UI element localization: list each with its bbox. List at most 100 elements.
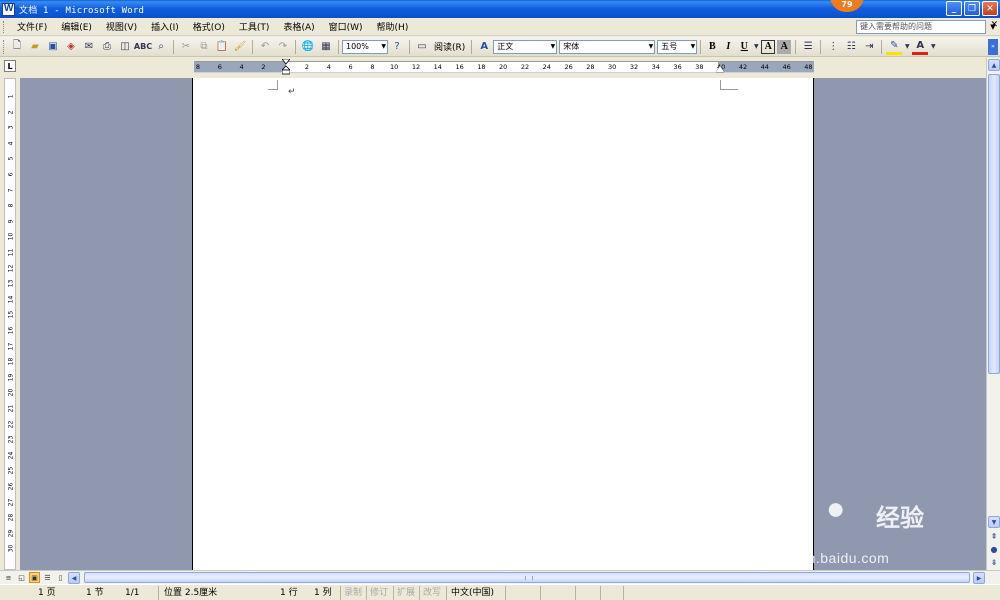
print-view-icon[interactable]: ▣: [29, 572, 40, 583]
status-rec[interactable]: 录制: [344, 586, 362, 600]
toolbar-grip[interactable]: [3, 39, 6, 54]
toolbar-options-icon[interactable]: »: [988, 38, 998, 55]
research-icon[interactable]: ⌕: [153, 39, 169, 55]
baidu-watermark: Bai ● 经验 jingyan.baidu.com: [768, 490, 968, 570]
menu-format[interactable]: 格式(O): [186, 20, 232, 33]
minimize-button[interactable]: _: [946, 1, 962, 16]
toolbar: 🗋 ▰ ▣ ◈ ✉ ⎙ ◫ ABC ⌕ ✂ ⧉ 📋 🖌 ↶ ↷ 🌐 ▦ 100%…: [0, 37, 1000, 57]
paste-icon[interactable]: 📋: [214, 39, 230, 55]
next-page-icon[interactable]: ⇟: [988, 556, 1000, 568]
menu-table[interactable]: 表格(A): [276, 20, 321, 33]
font-color-icon[interactable]: A: [912, 39, 929, 55]
print-icon[interactable]: ⎙: [99, 39, 115, 55]
new-document-icon[interactable]: 🗋: [9, 39, 25, 55]
print-preview-icon[interactable]: ◫: [117, 39, 133, 55]
document-page[interactable]: ↵: [192, 78, 814, 570]
ruler-number: 32: [629, 63, 639, 71]
help-search-input[interactable]: 键入需要帮助的问题: [856, 20, 986, 34]
read-mode-label[interactable]: 阅读(R): [431, 40, 468, 53]
open-folder-icon[interactable]: ▰: [27, 39, 43, 55]
menu-help[interactable]: 帮助(H): [370, 20, 416, 33]
styles-pane-icon[interactable]: A: [476, 39, 492, 55]
vertical-ruler[interactable]: 1 2 3 4 5 6 7 8 9 10 11 12 13 14 15 16 17 18 19 20 21 22 23 24 2…: [4, 78, 16, 570]
menubar-grip[interactable]: [3, 20, 6, 33]
table-icon[interactable]: ▦: [318, 39, 334, 55]
save-icon[interactable]: ▣: [45, 39, 61, 55]
menu-edit[interactable]: 编辑(E): [54, 20, 99, 33]
email-icon[interactable]: ✉: [81, 39, 97, 55]
web-view-icon[interactable]: ◱: [16, 572, 27, 583]
format-painter-icon[interactable]: 🖌: [232, 39, 248, 55]
separator: [173, 39, 174, 54]
crop-mark-right: [720, 80, 738, 90]
ruler-number: 20: [499, 63, 508, 71]
font-color-dropdown-icon[interactable]: ▼: [930, 39, 936, 55]
reading-view-icon[interactable]: ▯: [55, 572, 66, 583]
ruler-number: 8: [370, 63, 375, 71]
right-indent-icon[interactable]: [716, 66, 724, 72]
scroll-left-icon[interactable]: ◀: [68, 572, 80, 584]
char-border-icon[interactable]: A: [761, 39, 776, 54]
outline-view-icon[interactable]: ☰: [42, 572, 53, 583]
status-ovr[interactable]: 改写: [423, 586, 441, 600]
numbering-icon[interactable]: ⋮: [825, 39, 841, 55]
cut-icon[interactable]: ✂: [178, 39, 194, 55]
align-justify-icon[interactable]: ☰: [800, 39, 816, 55]
menu-file[interactable]: 文件(F): [10, 20, 54, 33]
bold-button[interactable]: B: [705, 40, 719, 54]
hyperlink-icon[interactable]: 🌐: [300, 39, 316, 55]
char-shading-icon[interactable]: A: [777, 39, 792, 54]
zoom-select[interactable]: 100% ▼: [342, 39, 388, 54]
help-icon[interactable]: ?: [389, 39, 405, 55]
previous-page-icon[interactable]: ⇞: [988, 530, 1000, 542]
redo-icon[interactable]: ↷: [275, 39, 291, 55]
indent-icon[interactable]: ⇥: [861, 39, 877, 55]
scroll-down-icon[interactable]: ▼: [988, 516, 1000, 528]
font-size-select[interactable]: 五号 ▼: [657, 39, 698, 54]
separator: [471, 39, 473, 54]
menu-tools[interactable]: 工具(T): [232, 20, 277, 33]
italic-button[interactable]: I: [721, 40, 735, 54]
highlight-dropdown-icon[interactable]: ▼: [904, 39, 910, 55]
indent-marker-icon[interactable]: [282, 59, 290, 75]
watermark-url: jingyan.baidu.com: [768, 550, 890, 566]
highlight-icon[interactable]: ✎: [886, 39, 903, 55]
paw-icon: ●: [826, 490, 846, 526]
read-mode-icon[interactable]: ▭: [414, 39, 430, 55]
status-position: 位置 2.5厘米: [164, 588, 218, 598]
undo-icon[interactable]: ↶: [257, 39, 273, 55]
word-app-icon[interactable]: [2, 2, 15, 16]
normal-view-icon[interactable]: ≡: [3, 572, 14, 583]
ruler-number: 28: [586, 63, 595, 71]
ruler-number: 22: [520, 63, 530, 71]
scroll-up-icon[interactable]: ▲: [988, 59, 1000, 71]
ruler-number: 34: [651, 63, 660, 71]
notification-badge[interactable]: 79: [830, 0, 864, 12]
tab-selector[interactable]: L: [4, 60, 16, 72]
menu-window[interactable]: 窗口(W): [322, 20, 370, 33]
ruler-number: 10: [390, 63, 399, 71]
bullets-icon[interactable]: ☷: [843, 39, 859, 55]
status-ext[interactable]: 扩展: [397, 586, 415, 600]
menu-insert[interactable]: 插入(I): [144, 20, 186, 33]
close-button[interactable]: ✕: [982, 1, 998, 16]
style-select[interactable]: 正文 ▼: [493, 39, 558, 54]
permission-icon[interactable]: ◈: [63, 39, 79, 55]
copy-icon[interactable]: ⧉: [196, 39, 212, 55]
vertical-scroll-thumb[interactable]: [988, 74, 1000, 374]
separator: [881, 39, 883, 54]
menu-view[interactable]: 视图(V): [99, 20, 144, 33]
horizontal-scroll-thumb[interactable]: [84, 572, 970, 583]
spelling-icon[interactable]: ABC: [134, 39, 152, 55]
scroll-right-icon[interactable]: ▶: [973, 572, 985, 584]
select-browse-object-icon[interactable]: ●: [988, 543, 1000, 555]
underline-button[interactable]: U: [737, 40, 751, 54]
ruler-number: 13: [7, 279, 15, 288]
status-trk[interactable]: 修订: [370, 586, 388, 600]
vertical-scrollbar[interactable]: ▲ ▼ ⇞ ● ⇟: [986, 58, 1000, 570]
close-document-icon[interactable]: ✕: [990, 20, 998, 30]
font-select[interactable]: 宋体 ▼: [559, 39, 656, 54]
restore-button[interactable]: ❐: [964, 1, 980, 16]
horizontal-scrollbar[interactable]: ≡ ◱ ▣ ☰ ▯ ◀ ▶: [0, 570, 1000, 584]
underline-dropdown-icon[interactable]: ▼: [753, 39, 759, 55]
